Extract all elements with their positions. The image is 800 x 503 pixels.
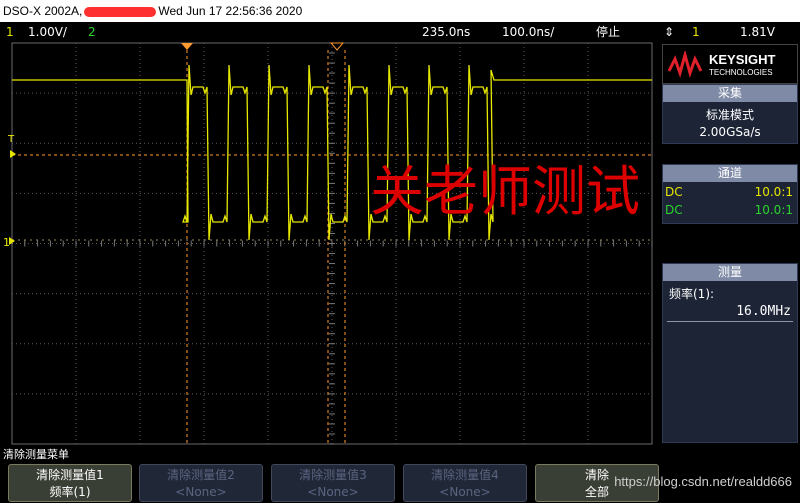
channel-2-coupling: DC [665, 203, 683, 217]
ch1-scale[interactable]: 1.00V/ [28, 22, 67, 42]
ch2-number[interactable]: 2 [88, 22, 96, 42]
title-bar: DSO-X 2002A, Wed Jun 17 22:56:36 2020 [0, 0, 800, 22]
clear-measurement-1-button[interactable]: 清除测量值1 频率(1) [8, 464, 132, 502]
channel-row-2[interactable]: DC 10.0:1 [663, 203, 797, 221]
channel-1-probe: 10.0:1 [754, 185, 793, 199]
softkey-3-line1: 清除测量值3 [299, 468, 367, 482]
softkey-1-line2: 频率(1) [49, 485, 91, 499]
redaction-mark [84, 6, 157, 17]
clear-measurement-3-button[interactable]: 清除测量值3 <None> [271, 464, 395, 502]
measure-header: 测量 [663, 264, 797, 281]
datetime-text: Wed Jun 17 22:56:36 2020 [158, 4, 303, 18]
trigger-position-marker-icon[interactable] [181, 43, 193, 50]
watermark-text: https://blog.csdn.net/realdd666 [614, 474, 792, 489]
brand-name: KEYSIGHT [709, 52, 776, 67]
measure-value: 16.0MHz [736, 304, 791, 319]
model-text: DSO-X 2002A, [3, 4, 83, 18]
trigger-level-marker[interactable]: T [7, 134, 15, 145]
channel-2-probe: 10.0:1 [754, 203, 793, 217]
right-panel: KEYSIGHT TECHNOLOGIES 采集 标准模式 2.00GSa/s … [660, 42, 800, 445]
channel-panel[interactable]: 通道 DC 10.0:1 DC 10.0:1 [662, 164, 798, 224]
ch1-number[interactable]: 1 [6, 22, 14, 42]
measure-label: 频率(1): [669, 287, 715, 301]
trigger-edge-icon: ⇕ [664, 25, 675, 39]
keysight-logo: KEYSIGHT TECHNOLOGIES [662, 44, 798, 84]
channel-header: 通道 [663, 165, 797, 182]
measure-panel[interactable]: 测量 频率(1): 16.0MHz [662, 263, 798, 443]
channel-row-1[interactable]: DC 10.0:1 [663, 185, 797, 203]
trigger-level[interactable]: 1.81V [740, 22, 775, 42]
softkey-2-line1: 清除测量值2 [167, 468, 235, 482]
softkey-2-line2: <None> [175, 485, 227, 499]
softkey-menu-title: 清除测量菜单 [3, 448, 69, 461]
trigger-level-arrow-icon [10, 150, 16, 158]
softkey-4-line2: <None> [439, 485, 491, 499]
softkey-3-line2: <None> [307, 485, 359, 499]
acquire-panel[interactable]: 采集 标准模式 2.00GSa/s [662, 84, 798, 144]
channel-1-coupling: DC [665, 185, 683, 199]
run-state[interactable]: 停止 [596, 22, 620, 42]
status-bar: 1 1.00V/ 2 235.0ns 100.0ns/ 停止 ⇕ 1 1.81V [0, 22, 800, 42]
graticule [11, 42, 653, 445]
clear-measurement-4-button[interactable]: 清除测量值4 <None> [403, 464, 527, 502]
delay-value[interactable]: 235.0ns [422, 22, 470, 42]
brand-sub: TECHNOLOGIES [709, 68, 773, 77]
delay-marker-icon[interactable] [329, 42, 345, 51]
measure-divider [667, 321, 793, 322]
waveform-svg: 关老师测试 T 1 [3, 42, 653, 445]
timebase-value[interactable]: 100.0ns/ [502, 22, 554, 42]
acquire-header: 采集 [663, 85, 797, 102]
acquire-mode: 标准模式 [705, 108, 754, 122]
trigger-source[interactable]: 1 [692, 22, 700, 42]
channel-1-ground-marker[interactable]: 1 [3, 236, 10, 249]
softkey-4-line1: 清除测量值4 [431, 468, 499, 482]
keysight-wave-icon [667, 51, 703, 78]
softkey-1-line1: 清除测量值1 [36, 468, 104, 482]
overlay-text: 关老师测试 [370, 160, 640, 223]
clear-measurement-2-button[interactable]: 清除测量值2 <None> [139, 464, 263, 502]
waveform-display[interactable]: 关老师测试 T 1 [0, 42, 660, 445]
acquire-rate: 2.00GSa/s [699, 125, 761, 139]
